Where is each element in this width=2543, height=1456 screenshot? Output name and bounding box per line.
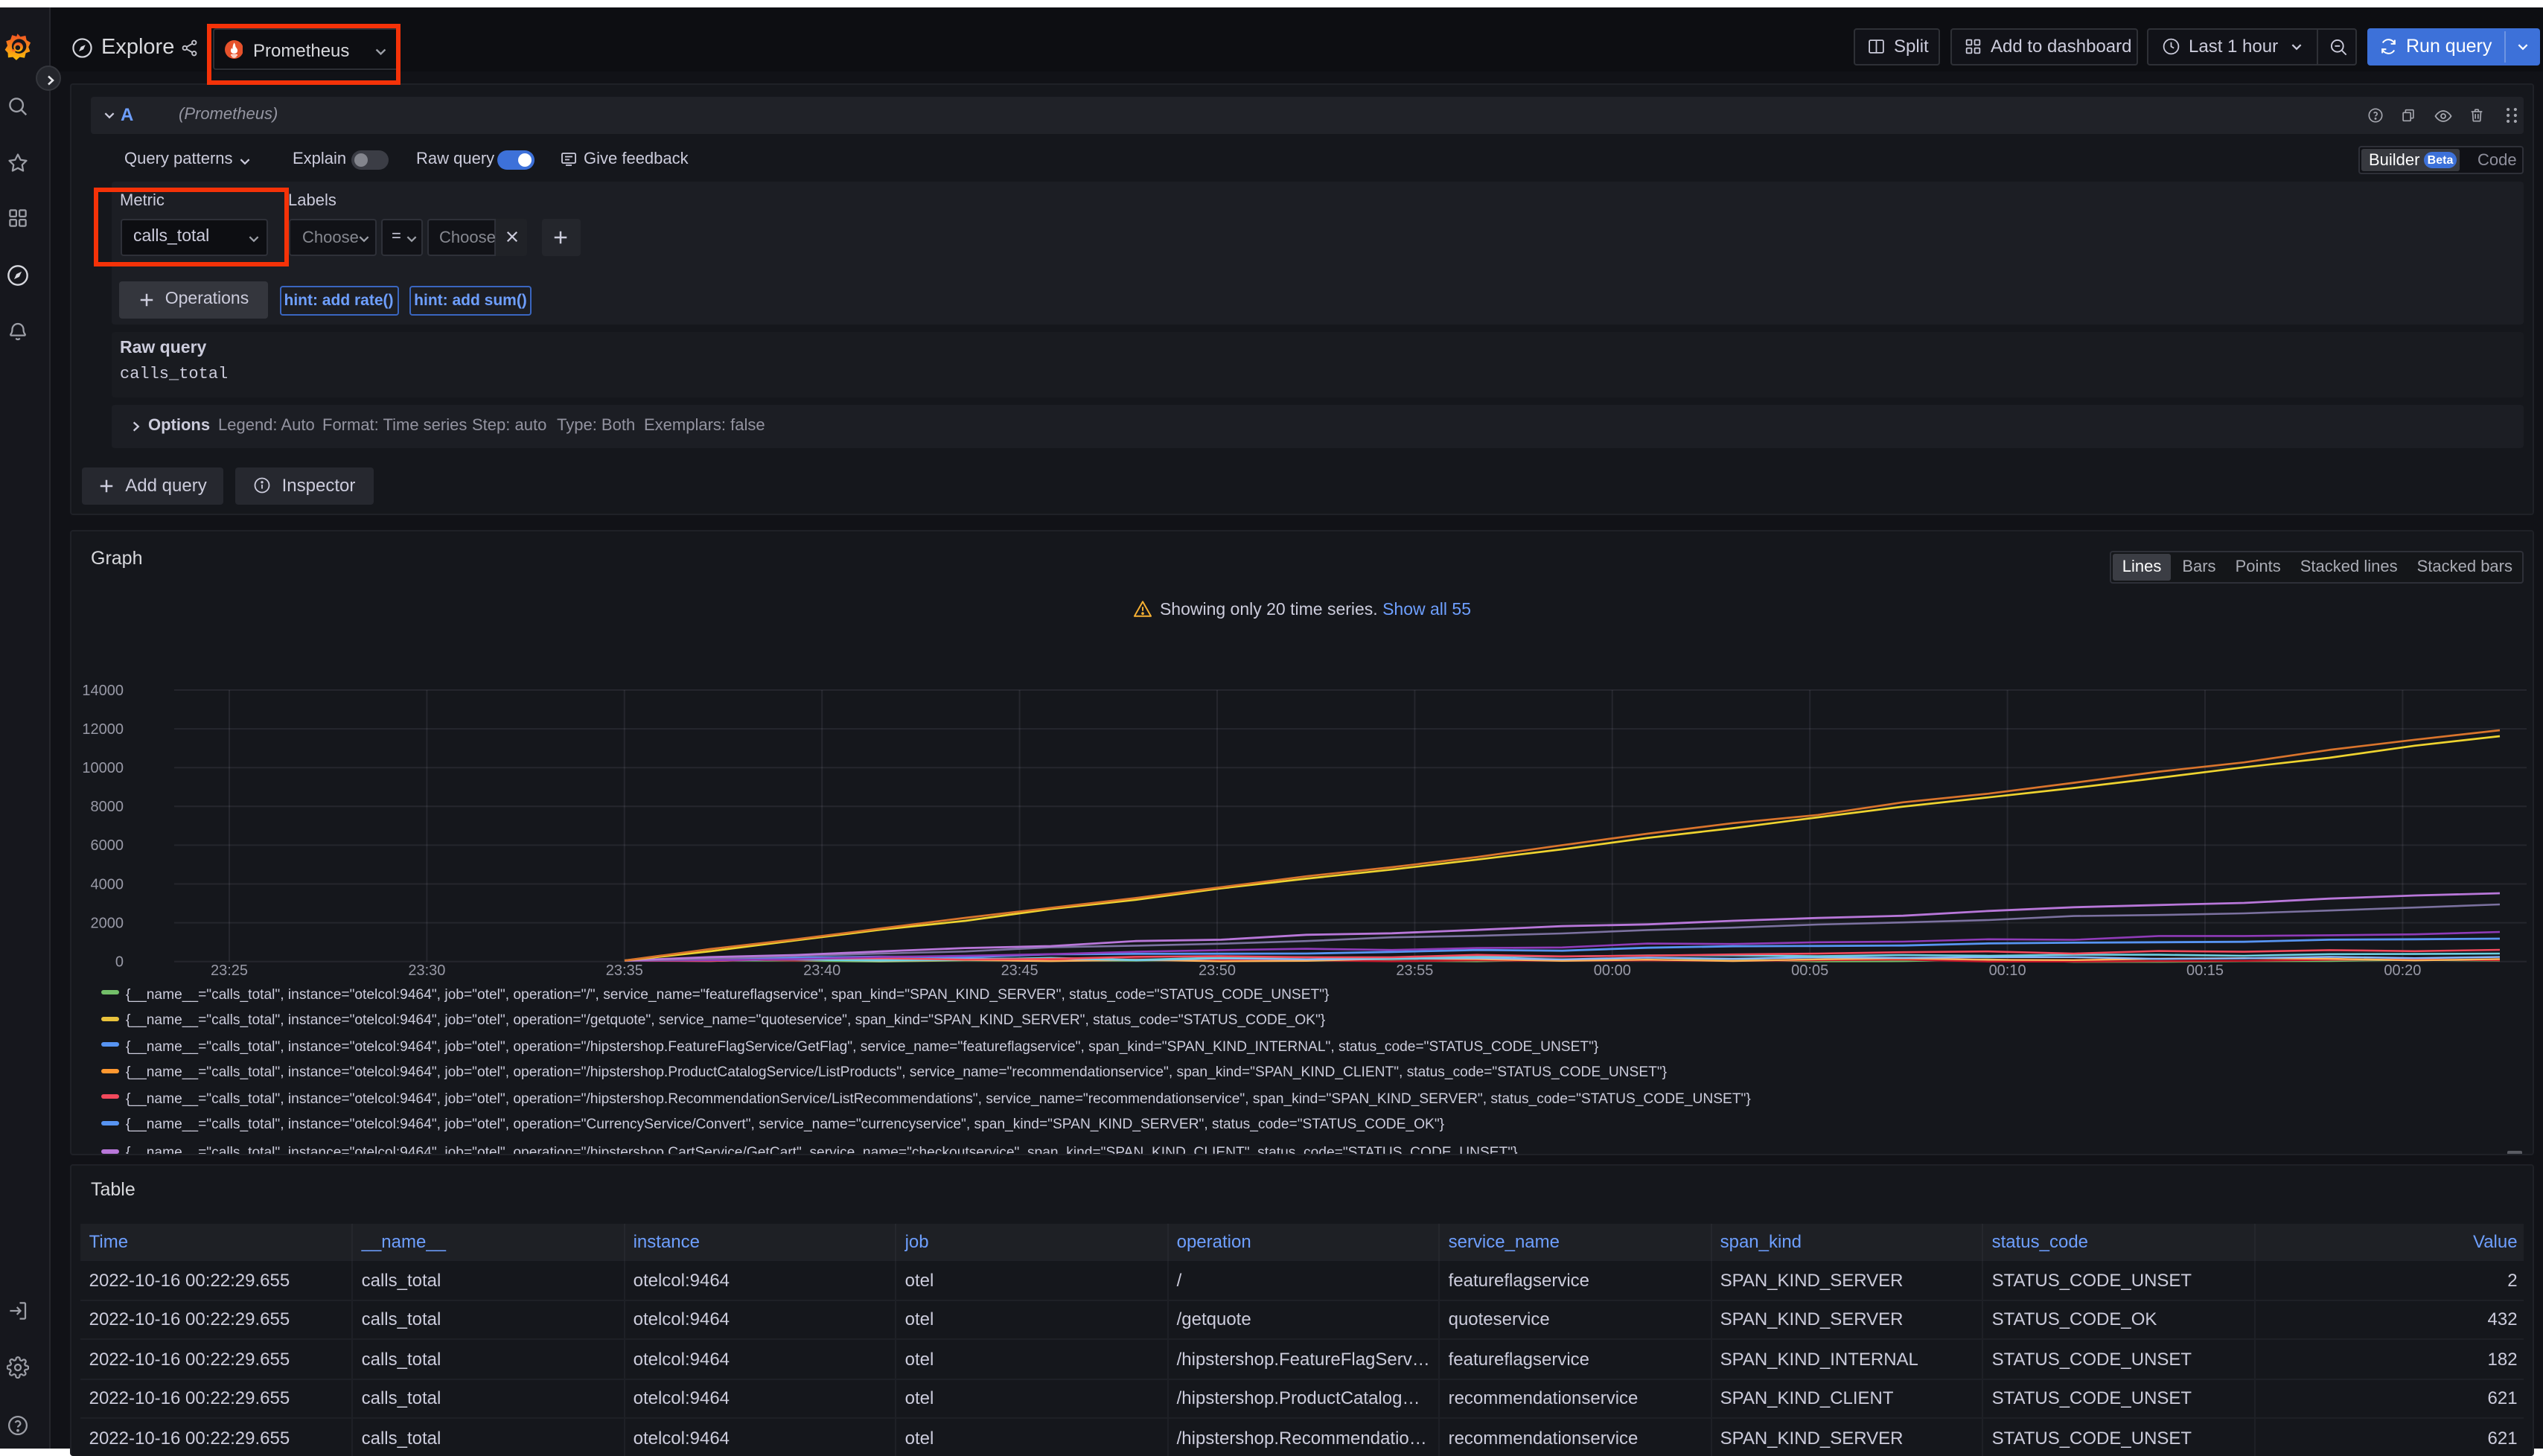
svg-text:14000: 14000 [82,683,124,699]
svg-text:23:50: 23:50 [1199,962,1236,979]
svg-text:2000: 2000 [91,915,124,931]
svg-text:00:20: 00:20 [2384,962,2421,979]
svg-text:23:40: 23:40 [803,962,840,979]
svg-text:23:55: 23:55 [1396,962,1433,979]
svg-text:00:10: 00:10 [1989,962,2026,979]
svg-text:00:05: 00:05 [1791,962,1828,979]
svg-text:00:00: 00:00 [1594,962,1631,979]
svg-text:23:30: 23:30 [408,962,445,979]
svg-text:0: 0 [115,954,124,970]
svg-text:10000: 10000 [82,760,124,776]
svg-text:00:15: 00:15 [2186,962,2224,979]
svg-text:6000: 6000 [91,837,124,854]
svg-text:12000: 12000 [82,721,124,738]
svg-text:4000: 4000 [91,876,124,893]
svg-text:23:35: 23:35 [606,962,643,979]
svg-text:23:25: 23:25 [211,962,248,979]
svg-text:23:45: 23:45 [1001,962,1038,979]
svg-text:8000: 8000 [91,799,124,815]
